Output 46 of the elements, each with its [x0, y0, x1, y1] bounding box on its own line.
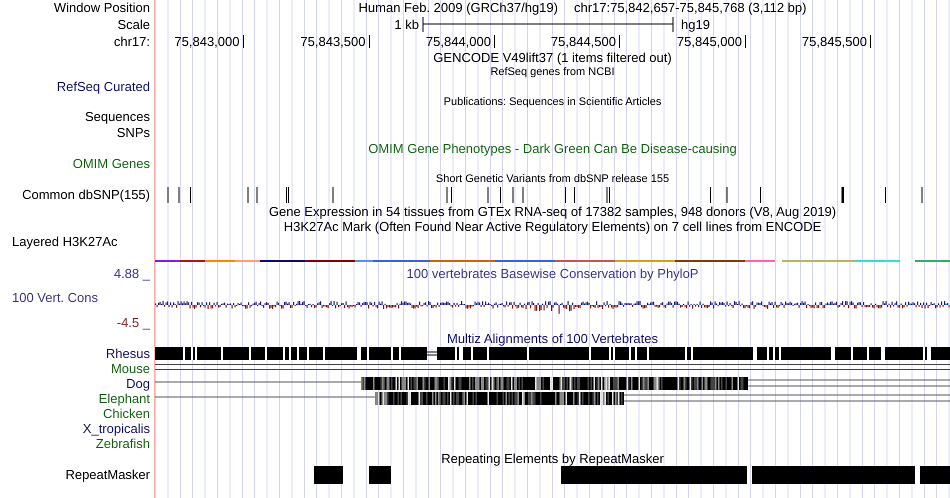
track-label[interactable]: 4.88 _ [114, 266, 150, 282]
ruler-tick [745, 35, 746, 48]
track-label[interactable]: Sequences [84, 109, 150, 125]
track-label[interactable]: RepeatMasker [65, 467, 150, 483]
ruler-tick-label: 75,843,500 [300, 33, 366, 50]
track-title: Gene Expression in 54 tissues from GTEx RNA-seq of 17382 samples, 948 donors (V8, Aug 2019) [268, 204, 836, 219]
ruler-tick-label: 75,844,000 [426, 33, 491, 50]
track-label[interactable]: Dog [126, 376, 150, 392]
track-label[interactable]: Mouse [110, 360, 150, 376]
track-label[interactable]: Common dbSNP(155) [22, 187, 150, 203]
track-label: Window Position [54, 0, 150, 18]
ruler-tick [368, 35, 370, 48]
track-label[interactable]: Rhesus [106, 346, 150, 362]
track-label[interactable]: 100 Vert. Cons [12, 290, 98, 306]
track-title: OMIM Gene Phenotypes - Dark Green Can Be Disease-causing [368, 141, 737, 156]
track-label[interactable]: Chicken [103, 406, 150, 422]
track-label[interactable]: Layered H3K27Ac [12, 234, 118, 250]
track-label[interactable]: SNPs [116, 125, 150, 141]
track-title: Repeating Elements by RepeatMasker [441, 451, 664, 466]
ruler-tick-label: 75,845,500 [802, 33, 867, 50]
track-label[interactable]: Elephant [98, 390, 150, 406]
track-title: Publications: Sequences in Scientific Articles [444, 95, 662, 109]
track-label: chr17: [114, 32, 150, 51]
ruler-tick [242, 35, 244, 48]
track-label[interactable]: X_tropicalis [82, 420, 150, 436]
assembly-label: hg19 [681, 16, 710, 33]
track-title: Short Genetic Variants from dbSNP release 155 [436, 172, 670, 186]
track-label[interactable]: -4.5 _ [116, 315, 150, 331]
track-label[interactable]: OMIM Genes [72, 156, 150, 172]
scale-label: 1 kb [394, 16, 419, 33]
ruler-tick [619, 35, 620, 48]
assembly-title: Human Feb. 2009 (GRCh37/hg19) [358, 0, 558, 18]
track-title: 100 vertebrates Basewise Conservation by PhyloP [406, 266, 698, 281]
track-label[interactable]: RefSeq Curated [56, 79, 150, 95]
track-title: H3K27Ac Mark (Often Found Near Active Regulatory Elements) on 7 cell lines from ENCODE [284, 219, 822, 234]
track-title: RefSeq genes from NCBI [490, 65, 615, 79]
track-label[interactable]: Zebrafish [96, 436, 150, 452]
track-title: GENCODE V49lift37 (1 items filtered out) [433, 50, 672, 65]
ruler-tick-label: 75,843,000 [174, 33, 240, 50]
track-label: Scale [117, 16, 150, 34]
ruler-tick [870, 35, 871, 48]
position-text: chr17:75,842,657-75,845,768 (3,112 bp) [574, 0, 806, 18]
ruler-tick [494, 35, 495, 48]
track-title: Multiz Alignments of 100 Vertebrates [446, 331, 658, 346]
ruler-tick-label: 75,844,500 [550, 33, 616, 50]
ruler-tick-label: 75,845,000 [676, 33, 742, 50]
